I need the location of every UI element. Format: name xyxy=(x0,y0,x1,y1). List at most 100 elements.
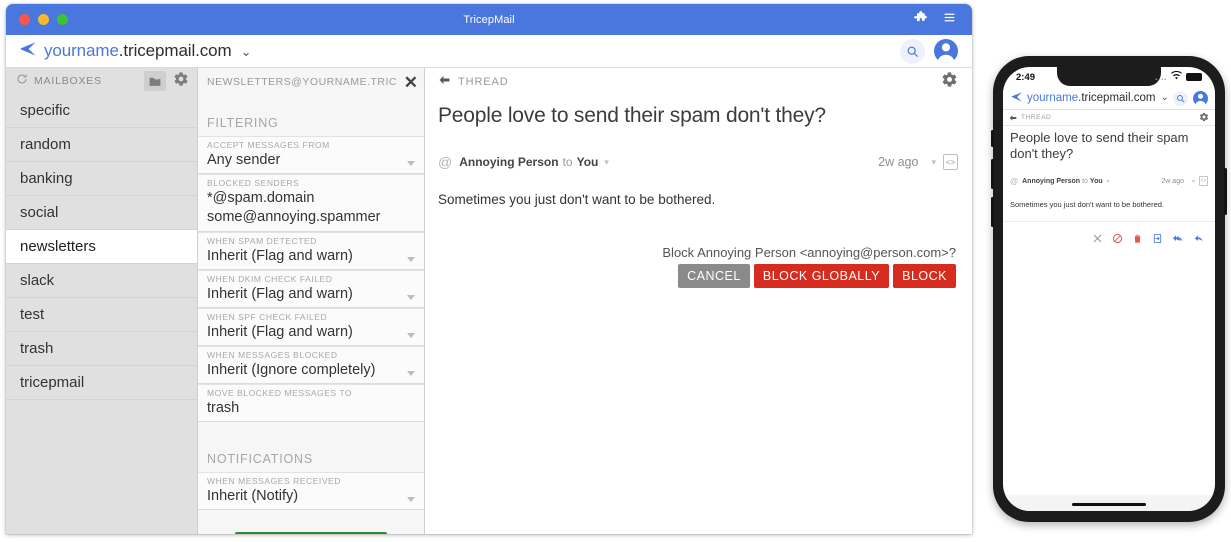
gear-icon[interactable] xyxy=(173,71,189,92)
mailbox-label: test xyxy=(20,306,45,323)
reply-all-icon[interactable] xyxy=(1172,231,1184,249)
address-bar-actions xyxy=(900,38,958,64)
puzzle-piece-icon[interactable] xyxy=(913,10,927,29)
chevron-down-icon[interactable] xyxy=(407,257,415,262)
block-icon[interactable] xyxy=(1112,231,1123,249)
field-label: ACCEPT MESSAGES FROM xyxy=(207,140,330,150)
mailbox-label: social xyxy=(20,204,59,221)
cancel-button[interactable]: CANCEL xyxy=(678,264,750,288)
message-meta-row: @ Annoying Person to You ▾ 2w ago ▾ <> xyxy=(425,128,972,170)
chevron-down-icon[interactable] xyxy=(407,497,415,502)
chevron-down-icon[interactable] xyxy=(407,295,415,300)
field-label: WHEN SPAM DETECTED xyxy=(207,236,317,246)
gear-icon[interactable] xyxy=(1199,109,1209,127)
chevron-down-icon[interactable] xyxy=(407,161,415,166)
chevron-down-icon[interactable] xyxy=(407,371,415,376)
mailbox-item-slack[interactable]: slack xyxy=(6,264,197,298)
thread-header: THREAD xyxy=(425,68,972,96)
phone-power-button[interactable] xyxy=(1224,168,1227,215)
field-when-spf-check-failed[interactable]: WHEN SPF CHECK FAILED Inherit (Flag and … xyxy=(198,308,424,346)
field-when-dkim-check-failed[interactable]: WHEN DKIM CHECK FAILED Inherit (Flag and… xyxy=(198,270,424,308)
mailbox-item-specific[interactable]: specific xyxy=(6,94,197,128)
field-value: Inherit (Ignore completely) xyxy=(207,362,376,378)
mailbox-label: trash xyxy=(20,340,54,357)
window-controls[interactable] xyxy=(6,14,68,25)
message-timestamp: 2w ago xyxy=(878,155,919,169)
mailbox-item-newsletters[interactable]: newsletters xyxy=(6,230,197,264)
field-blocked-senders[interactable]: BLOCKED SENDERS *@spam.domain some@annoy… xyxy=(198,174,424,232)
chevron-down-icon[interactable] xyxy=(407,333,415,338)
phone-mute-button[interactable] xyxy=(991,130,994,147)
account-avatar-icon[interactable] xyxy=(1193,90,1208,106)
phone-address-domain: .tricepmail.com xyxy=(1078,92,1156,104)
chevron-down-icon[interactable]: ▾ xyxy=(1192,178,1195,185)
field-label: WHEN DKIM CHECK FAILED xyxy=(207,274,333,284)
field-value: Inherit (Flag and warn) xyxy=(207,248,353,264)
message-recipient: You xyxy=(576,155,599,169)
refresh-icon[interactable] xyxy=(16,72,28,90)
phone-address-actions xyxy=(1173,90,1208,106)
search-icon[interactable] xyxy=(900,38,925,64)
field-label: MOVE BLOCKED MESSAGES TO xyxy=(207,388,353,398)
search-icon[interactable] xyxy=(1173,90,1188,106)
mailbox-config-panel: NEWSLETTERS@YOURNAME.TRIC ✕ FILTERING AC… xyxy=(198,68,425,534)
notifications-section-title: NOTIFICATIONS xyxy=(207,452,313,466)
chevron-down-icon[interactable]: ⌄ xyxy=(241,45,252,58)
titlebar-actions xyxy=(913,10,972,29)
field-move-blocked-messages-to[interactable]: MOVE BLOCKED MESSAGES TO trash xyxy=(198,384,424,422)
chevron-down-icon[interactable]: ▾ xyxy=(1107,178,1110,185)
save-config-button[interactable]: SAVE CONFIG xyxy=(234,532,387,534)
minimize-window-button[interactable] xyxy=(38,14,49,25)
field-when-messages-received[interactable]: WHEN MESSAGES RECEIVED Inherit (Notify) xyxy=(198,472,424,510)
back-arrow-icon[interactable] xyxy=(1009,109,1017,127)
account-avatar-icon[interactable] xyxy=(934,39,958,63)
message-to-label: to xyxy=(562,155,573,169)
address-domain: .tricepmail.com xyxy=(118,41,232,60)
block-globally-button[interactable]: BLOCK GLOBALLY xyxy=(753,264,890,288)
back-arrow-icon[interactable] xyxy=(438,73,451,91)
field-accept-messages-from[interactable]: ACCEPT MESSAGES FROM Any sender xyxy=(198,136,424,174)
mailbox-item-random[interactable]: random xyxy=(6,128,197,162)
mailbox-label: specific xyxy=(20,102,71,119)
phone-volume-up-button[interactable] xyxy=(991,159,994,189)
phone-screen: 2:49 .... yourname.tricepmail.com ⌄ THRE… xyxy=(1003,67,1215,511)
config-title: NEWSLETTERS@YOURNAME.TRIC xyxy=(207,76,398,88)
chevron-down-icon[interactable]: ⌄ xyxy=(1160,93,1168,103)
maximize-window-button[interactable] xyxy=(57,14,68,25)
window-title: TricepMail xyxy=(463,13,515,26)
block-prompt-buttons: CANCEL BLOCK GLOBALLY BLOCK xyxy=(678,264,956,288)
phone-message-timestamp: 2w ago xyxy=(1161,177,1184,185)
chevron-down-icon[interactable]: ▾ xyxy=(604,157,609,168)
field-when-spam-detected[interactable]: WHEN SPAM DETECTED Inherit (Flag and war… xyxy=(198,232,424,270)
phone-address-bar[interactable]: yourname.tricepmail.com ⌄ xyxy=(1003,87,1215,110)
reply-icon[interactable] xyxy=(1193,231,1205,249)
view-source-icon[interactable]: <> xyxy=(943,154,958,170)
hamburger-menu-icon[interactable] xyxy=(943,11,956,29)
view-source-icon[interactable]: <> xyxy=(1199,176,1208,186)
close-window-button[interactable] xyxy=(19,14,30,25)
field-when-messages-blocked[interactable]: WHEN MESSAGES BLOCKED Inherit (Ignore co… xyxy=(198,346,424,384)
forward-icon[interactable] xyxy=(1152,231,1163,249)
new-folder-icon[interactable] xyxy=(144,71,166,91)
chevron-down-icon[interactable]: ▾ xyxy=(931,157,936,168)
phone-action-bar xyxy=(1003,222,1215,249)
trash-icon[interactable] xyxy=(1132,231,1143,249)
mailbox-item-tricepmail[interactable]: tricepmail xyxy=(6,366,197,400)
mailbox-item-test[interactable]: test xyxy=(6,298,197,332)
mailbox-item-banking[interactable]: banking xyxy=(6,162,197,196)
mailboxes-header-label: MAILBOXES xyxy=(34,75,102,87)
phone-home-indicator[interactable] xyxy=(1072,503,1146,506)
gear-icon[interactable] xyxy=(941,71,958,93)
block-button[interactable]: BLOCK xyxy=(893,264,956,288)
config-scroll-area: FILTERING ACCEPT MESSAGES FROM Any sende… xyxy=(198,96,424,534)
filtering-section-title: FILTERING xyxy=(207,116,279,130)
phone-volume-down-button[interactable] xyxy=(991,197,994,227)
close-icon[interactable]: ✕ xyxy=(400,74,418,91)
tricepmail-logo-icon xyxy=(1011,89,1023,107)
close-icon[interactable] xyxy=(1092,231,1103,249)
mailbox-item-social[interactable]: social xyxy=(6,196,197,230)
field-value: Inherit (Flag and warn) xyxy=(207,324,353,340)
browser-address-bar[interactable]: yourname.tricepmail.com ⌄ xyxy=(6,35,972,68)
mailboxes-sidebar: MAILBOXES specific random banking social… xyxy=(6,68,198,534)
mailbox-item-trash[interactable]: trash xyxy=(6,332,197,366)
